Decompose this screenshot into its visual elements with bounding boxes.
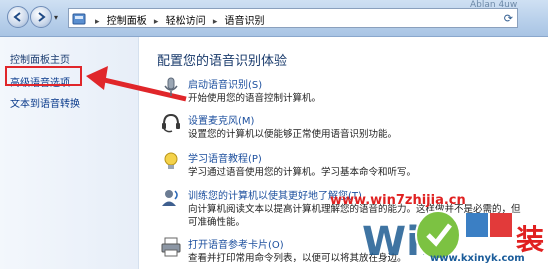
headset-icon xyxy=(162,113,180,133)
back-arrow-icon xyxy=(13,12,21,22)
control-panel-home-link[interactable]: 控制面板主页 xyxy=(10,51,70,66)
user-icon xyxy=(162,190,178,206)
breadcrumb-ease-of-access[interactable]: 轻松访问 xyxy=(166,16,206,27)
breadcrumb-control-panel[interactable]: 控制面板 xyxy=(107,16,147,27)
breadcrumb-separator[interactable]: ▸ xyxy=(154,17,159,27)
item-description: 开始使用您的语音控制计算机。 xyxy=(188,93,322,104)
breadcrumb-speech-recognition[interactable]: 语音识别 xyxy=(225,16,265,27)
forward-button[interactable] xyxy=(30,6,52,28)
red-logo-character: 装 xyxy=(516,223,544,256)
address-bar[interactable]: ▸ 控制面板 ▸ 轻松访问 ▸ 语音识别 ⟳ xyxy=(68,8,518,28)
breadcrumb-separator[interactable]: ▸ xyxy=(213,17,218,27)
refresh-icon[interactable]: ⟳ xyxy=(504,12,513,25)
item-description: 学习通过语音使用您的计算机。学习基本命令和听写。 xyxy=(188,167,417,178)
address-toolbar: ▾ ▸ 控制面板 ▸ 轻松访问 ▸ 语音识别 ⟳ Ablan 4uw xyxy=(0,0,548,37)
page-title: 配置您的语音识别体验 xyxy=(157,54,288,69)
forward-arrow-icon xyxy=(38,12,46,22)
item-title[interactable]: 设置麦克风(M) xyxy=(188,112,254,127)
highlight-box xyxy=(5,66,82,86)
breadcrumb: ▸ 控制面板 ▸ 轻松访问 ▸ 语音识别 xyxy=(91,12,265,27)
breadcrumb-separator[interactable]: ▸ xyxy=(95,17,100,27)
item-title[interactable]: 启动语音识别(S) xyxy=(188,76,262,91)
bottom-url-watermark: www.kxinyk.com xyxy=(430,253,525,264)
back-button[interactable] xyxy=(7,6,29,28)
text-to-speech-link[interactable]: 文本到语音转换 xyxy=(10,95,80,110)
microphone-icon xyxy=(164,77,178,96)
control-panel-icon xyxy=(72,13,86,25)
item-description: 设置您的计算机以便能够正常使用语音识别功能。 xyxy=(188,129,398,140)
printer-icon xyxy=(161,237,181,257)
item-title[interactable]: 学习语音教程(P) xyxy=(188,150,262,165)
lightbulb-icon xyxy=(164,152,178,169)
recent-pages-dropdown[interactable]: ▾ xyxy=(54,13,58,22)
item-title[interactable]: 打开语音参考卡片(O) xyxy=(188,236,284,251)
item-description-line2: 可准确性能。 xyxy=(188,217,246,228)
top-watermark: Ablan 4uw xyxy=(470,0,518,10)
